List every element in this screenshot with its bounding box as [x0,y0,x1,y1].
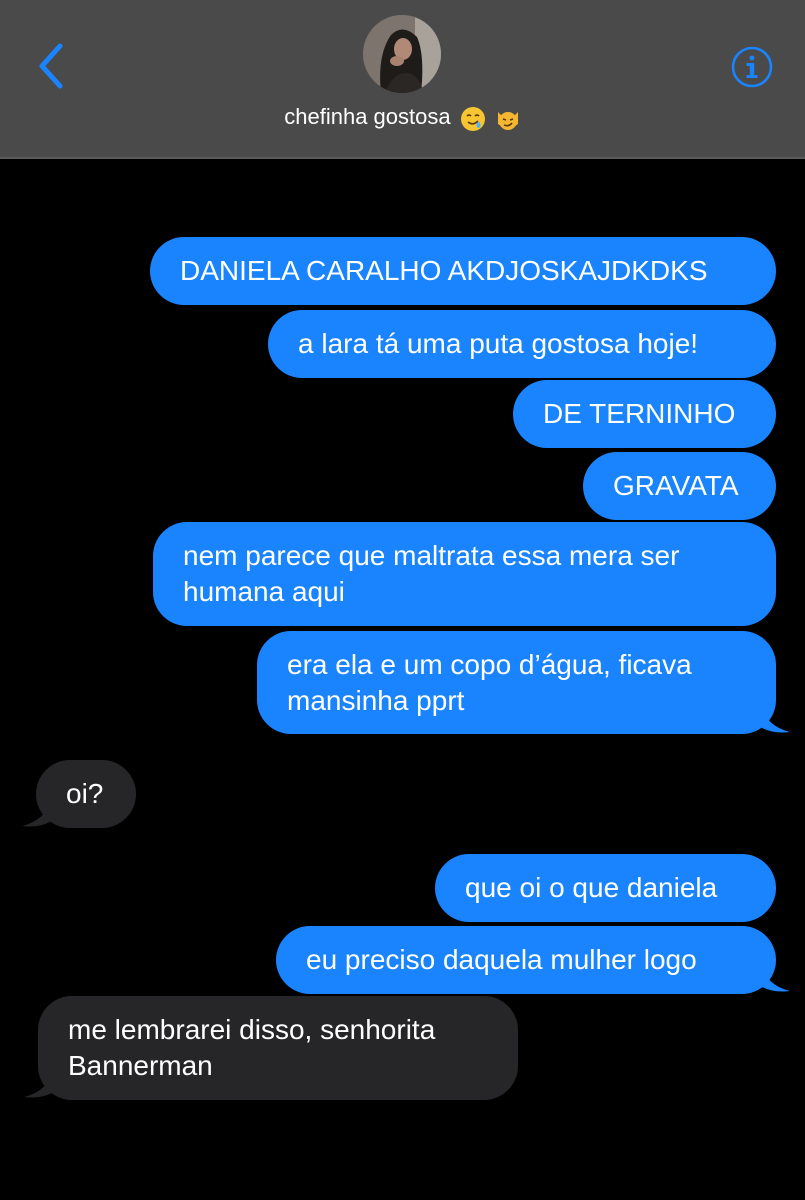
info-button[interactable] [730,45,774,89]
sent-message[interactable]: DANIELA CARALHO AKDJOSKAJDKDKS [150,237,776,305]
message-text: DANIELA CARALHO AKDJOSKAJDKDKS [180,255,708,286]
sent-bubble-tail [762,706,790,733]
info-icon [731,46,773,88]
sent-bubble-tail [762,965,790,992]
sent-message[interactable]: a lara tá uma puta gostosa hoje! [268,310,776,378]
received-bubble-tail [24,1071,52,1098]
message-text: eu preciso daquela mulher logo [306,944,697,975]
received-message[interactable]: me lembrarei disso, senhorita Bannerman [38,996,518,1100]
sent-message[interactable]: era ela e um copo d’água, ficava mansinh… [257,631,776,734]
message-text-line: me lembrarei disso, senhorita [68,1014,436,1045]
smirking-cat-icon [497,112,518,131]
contact-name-row[interactable]: chefinha gostosa [0,103,805,132]
message-text-line: Bannerman [68,1050,213,1081]
message-text-line: nem parece que maltrata essa mera ser [183,540,680,571]
message-text-line: humana aqui [183,576,345,607]
sent-message[interactable]: DE TERNINHO [513,380,776,448]
message-text: GRAVATA [613,470,739,501]
contact-name: chefinha gostosa [284,104,451,129]
received-message[interactable]: oi? [36,760,136,828]
sent-message[interactable]: eu preciso daquela mulher logo [276,926,776,994]
message-text-line: era ela e um copo d’água, ficava [287,649,692,680]
sent-message[interactable]: nem parece que maltrata essa mera ser hu… [153,522,776,626]
message-text: DE TERNINHO [543,398,736,429]
sent-message[interactable]: que oi o que daniela [435,854,776,922]
message-text: que oi o que daniela [465,872,718,903]
received-bubble-tail [22,800,50,827]
avatar[interactable] [363,15,441,93]
back-button[interactable] [30,40,74,92]
contact-photo [363,15,441,93]
sent-message[interactable]: GRAVATA [583,452,776,520]
conversation-header: chefinha gostosa [0,0,805,159]
message-text: a lara tá uma puta gostosa hoje! [298,328,699,359]
drooling-face-emoji [460,107,485,132]
message-text: oi? [66,778,104,809]
chevron-left-icon [39,43,63,89]
message-text-line: mansinha pprt [287,685,465,716]
